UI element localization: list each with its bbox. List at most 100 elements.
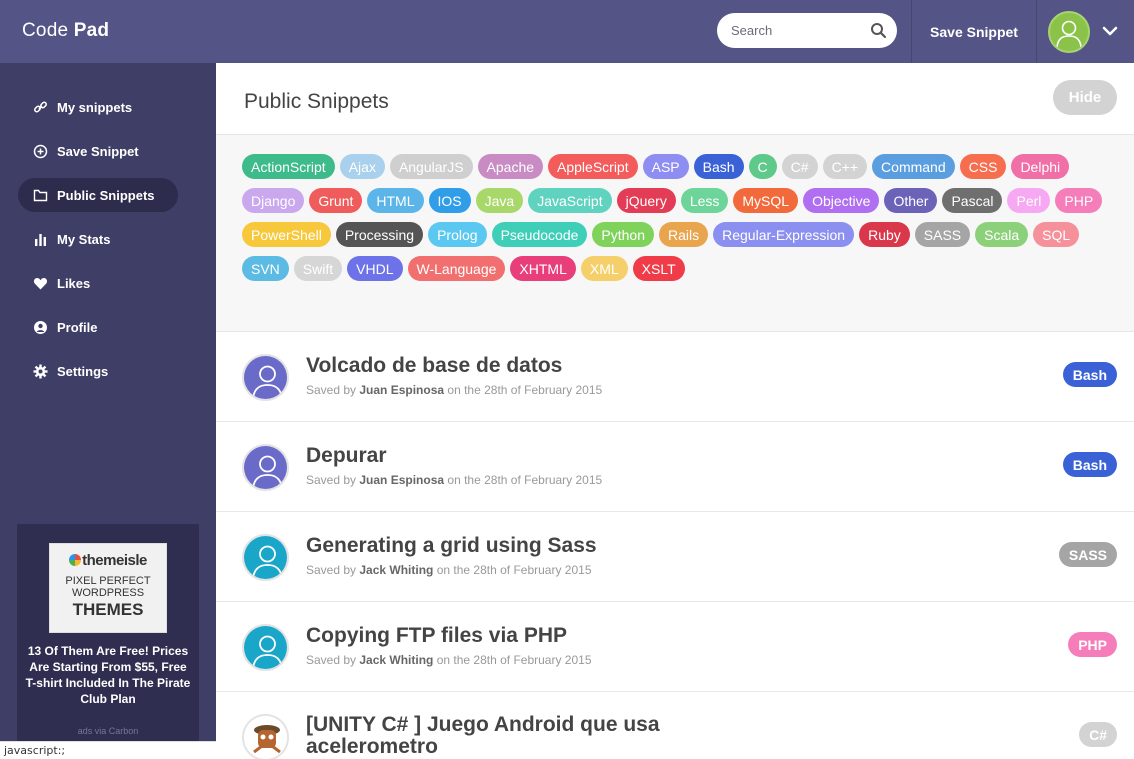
language-tag[interactable]: IOS xyxy=(428,188,471,213)
language-badge[interactable]: Bash xyxy=(1062,452,1117,477)
language-tag[interactable]: Pascal xyxy=(942,188,1003,213)
snippet-row[interactable]: Depurar Saved by Juan Espinosa on the 28t… xyxy=(216,422,1134,512)
language-tag[interactable]: Ajax xyxy=(339,154,385,179)
language-tag[interactable]: Other xyxy=(884,188,938,213)
language-tag[interactable]: SVN xyxy=(242,256,289,281)
language-tag[interactable]: Prolog xyxy=(428,222,487,247)
language-tag[interactable]: XSLT xyxy=(632,256,685,281)
language-tag[interactable]: Regular-Expression xyxy=(713,222,855,247)
save-snippet-button[interactable]: Save Snippet xyxy=(912,0,1036,63)
snippet-title[interactable]: Copying FTP files via PHP xyxy=(306,624,567,648)
snippet-row[interactable]: [UNITY C# ] Juego Android que usa aceler… xyxy=(216,692,1134,759)
language-tag[interactable]: MySQL xyxy=(733,188,799,213)
sidebar-item-profile[interactable]: Profile xyxy=(18,310,178,344)
language-tag[interactable]: ASP xyxy=(642,154,689,179)
sidebar-item-label: Save Snippet xyxy=(57,143,139,159)
chevron-down-icon[interactable] xyxy=(1101,24,1119,38)
brand-bold: Pad xyxy=(73,20,110,41)
author-avatar[interactable] xyxy=(242,714,289,759)
language-tag[interactable]: SASS xyxy=(914,222,971,247)
language-tag[interactable]: Pseudocode xyxy=(491,222,588,247)
language-tag[interactable]: Java xyxy=(475,188,524,213)
snippet-row[interactable]: Generating a grid using Sass Saved by Jac… xyxy=(216,512,1134,602)
language-tag[interactable]: Python xyxy=(592,222,654,247)
language-tag[interactable]: Bash xyxy=(693,154,744,179)
brand-light: Code xyxy=(22,20,69,41)
language-tag[interactable]: C xyxy=(748,154,777,179)
snippet-title[interactable]: [UNITY C# ] Juego Android que usa aceler… xyxy=(306,714,726,758)
author-avatar[interactable] xyxy=(242,534,289,581)
language-tag[interactable]: Command xyxy=(872,154,955,179)
language-tag[interactable]: HTML xyxy=(367,188,424,213)
saved-by-label: Saved by xyxy=(306,653,360,667)
saved-by-label: Saved by xyxy=(306,473,360,487)
ad-text[interactable]: 13 Of Them Are Free! Prices Are Starting… xyxy=(25,643,191,707)
ad-image[interactable]: themeisle PIXEL PERFECT WORDPRESS THEMES xyxy=(49,543,167,633)
search-icon[interactable] xyxy=(870,22,887,39)
sidebar-item-settings[interactable]: Settings xyxy=(18,354,178,388)
language-tag[interactable]: Processing xyxy=(335,222,424,247)
language-tag[interactable]: Perl xyxy=(1007,188,1051,213)
ad-brand-name: themeisle xyxy=(82,552,147,569)
snippet-row[interactable]: Copying FTP files via PHP Saved by Jack W… xyxy=(216,602,1134,692)
snippet-row[interactable]: Volcado de base de datos Saved by Juan Es… xyxy=(216,332,1134,422)
language-tag[interactable]: Less xyxy=(680,188,729,213)
ad-via-link[interactable]: ads via Carbon xyxy=(17,726,199,736)
snippet-meta: Saved by Juan Espinosa on the 28th of Fe… xyxy=(306,383,602,397)
language-tag[interactable]: ActionScript xyxy=(242,154,335,179)
sidebar-item-label: Public Snippets xyxy=(57,187,155,203)
author-name[interactable]: Jack Whiting xyxy=(359,653,433,667)
language-tag[interactable]: PowerShell xyxy=(242,222,331,247)
language-tag[interactable]: Grunt xyxy=(309,188,363,213)
language-badge[interactable]: PHP xyxy=(1068,632,1117,657)
hide-button[interactable]: Hide xyxy=(1053,80,1117,115)
snippet-title[interactable]: Depurar xyxy=(306,444,387,468)
language-tag[interactable]: SQL xyxy=(1033,222,1080,247)
language-tag[interactable]: CSS xyxy=(959,154,1007,179)
sidebar-item-likes[interactable]: Likes xyxy=(18,266,178,300)
main-content: Public Snippets Hide ActionScript Ajax Ang… xyxy=(216,63,1134,759)
author-avatar[interactable] xyxy=(242,354,289,401)
language-tag[interactable]: AngularJS xyxy=(389,154,473,179)
sidebar-item-my-stats[interactable]: My Stats xyxy=(18,222,178,256)
app-logo[interactable]: Code Pad xyxy=(22,20,109,42)
search-input[interactable]: Search xyxy=(717,13,897,48)
author-avatar[interactable] xyxy=(242,444,289,491)
language-tag[interactable]: jQuery xyxy=(616,188,676,213)
author-avatar[interactable] xyxy=(242,624,289,671)
language-tag[interactable]: Delphi xyxy=(1011,154,1070,179)
language-tag[interactable]: Ruby xyxy=(859,222,910,247)
language-tag[interactable]: JavaScript xyxy=(528,188,612,213)
carbon-ad[interactable]: themeisle PIXEL PERFECT WORDPRESS THEMES… xyxy=(17,524,199,759)
user-avatar[interactable] xyxy=(1048,11,1090,53)
language-tag[interactable]: Objective xyxy=(803,188,880,213)
language-tag[interactable]: AppleScript xyxy=(548,154,638,179)
language-tag[interactable]: PHP xyxy=(1055,188,1103,213)
language-tag[interactable]: C# xyxy=(781,154,818,179)
snippet-title[interactable]: Volcado de base de datos xyxy=(306,354,562,378)
sidebar-item-public-snippets[interactable]: Public Snippets xyxy=(18,178,178,212)
search-placeholder: Search xyxy=(731,23,773,38)
sidebar-item-my-snippets[interactable]: My snippets xyxy=(18,90,178,124)
heart-icon xyxy=(32,275,48,291)
language-tag[interactable]: C++ xyxy=(822,154,868,179)
author-name[interactable]: Juan Espinosa xyxy=(359,473,444,487)
language-tag[interactable]: Swift xyxy=(293,256,343,281)
plus-circle-icon xyxy=(32,143,48,159)
sidebar-item-save-snippet[interactable]: Save Snippet xyxy=(18,134,178,168)
language-tag[interactable]: Scala xyxy=(975,222,1029,247)
language-tag[interactable]: VHDL xyxy=(347,256,403,281)
author-name[interactable]: Jack Whiting xyxy=(359,563,433,577)
language-tag[interactable]: Django xyxy=(242,188,305,213)
language-badge[interactable]: SASS xyxy=(1058,542,1117,567)
author-name[interactable]: Juan Espinosa xyxy=(359,383,444,397)
language-tag[interactable]: Rails xyxy=(659,222,709,247)
language-badge[interactable]: C# xyxy=(1079,722,1117,747)
language-tag[interactable]: W-Language xyxy=(407,256,506,281)
language-tag[interactable]: Apache xyxy=(477,154,544,179)
snippet-title[interactable]: Generating a grid using Sass xyxy=(306,534,597,558)
language-tag[interactable]: XML xyxy=(580,256,628,281)
language-tag[interactable]: XHTML xyxy=(510,256,576,281)
sidebar: My snippets Save Snippet Public Snippets… xyxy=(0,63,216,759)
language-badge[interactable]: Bash xyxy=(1062,362,1117,387)
